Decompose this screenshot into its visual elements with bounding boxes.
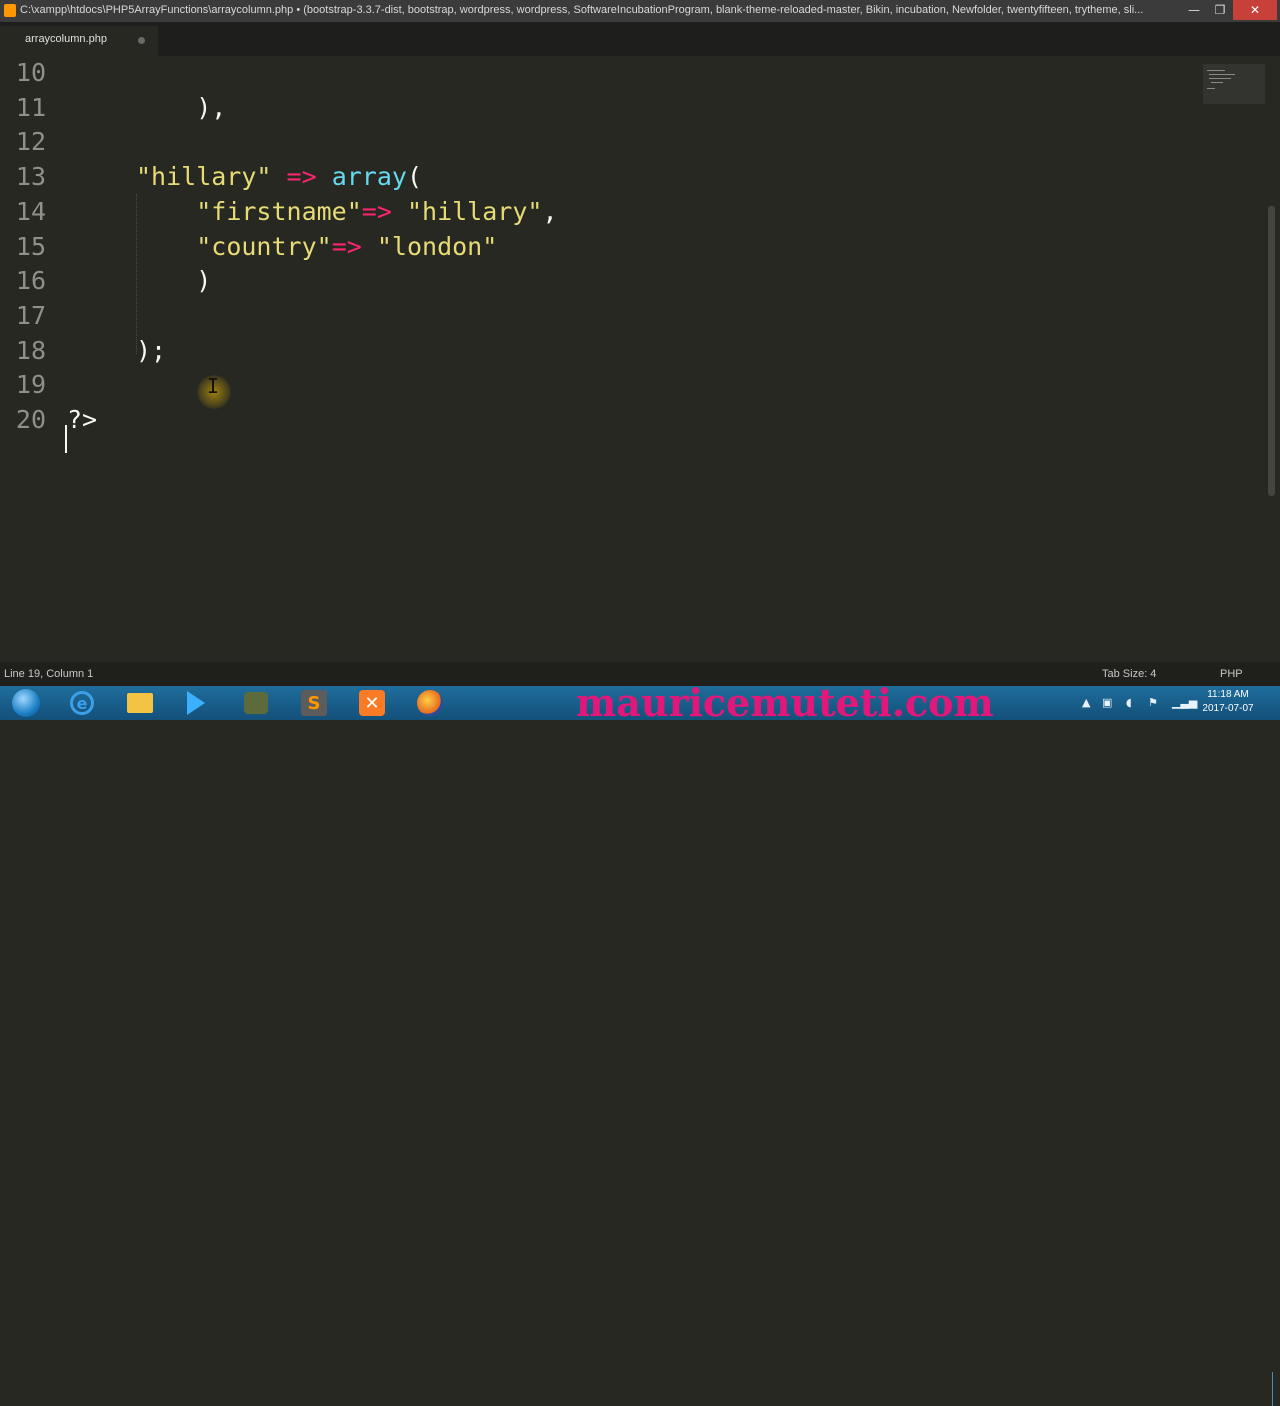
maximize-button[interactable]: ❐ xyxy=(1207,0,1233,20)
code-line[interactable]: 13 "hillary" => array( xyxy=(0,160,1200,194)
start-button[interactable] xyxy=(4,688,48,718)
taskbar-xampp[interactable]: ✕ xyxy=(350,688,394,718)
code-token: ?> xyxy=(67,405,98,434)
line-number: 10 xyxy=(15,58,46,87)
minimap[interactable] xyxy=(1203,64,1265,104)
window-title: C:\xampp\htdocs\PHP5ArrayFunctions\array… xyxy=(20,4,1144,16)
tab-size-indicator[interactable]: Tab Size: 4 xyxy=(1102,668,1156,680)
windows-start-icon xyxy=(12,689,40,717)
syntax-indicator[interactable]: PHP xyxy=(1220,668,1243,680)
sublime-app-icon xyxy=(4,4,16,17)
code-text[interactable]: ) xyxy=(136,264,211,298)
tab-bar: arraycolumn.php xyxy=(0,22,1280,56)
vertical-scrollbar[interactable] xyxy=(1268,206,1275,496)
code-token: ( xyxy=(406,162,423,192)
code-line[interactable]: 11 ), xyxy=(0,91,1200,125)
code-token: "london" xyxy=(376,231,498,261)
line-number: 17 xyxy=(15,300,46,330)
sublime-text-icon: S xyxy=(301,690,327,716)
code-text[interactable]: ?> xyxy=(67,403,97,437)
unsaved-dot-icon[interactable] xyxy=(138,37,145,44)
line-number: 15 xyxy=(15,231,46,261)
line-number: 14 xyxy=(15,196,46,226)
line-number: 13 xyxy=(15,162,46,192)
code-line[interactable]: 15 "country"=> "london" xyxy=(0,230,1200,264)
tab-arraycolumn[interactable]: arraycolumn.php xyxy=(0,26,158,56)
title-bar[interactable]: C:\xampp\htdocs\PHP5ArrayFunctions\array… xyxy=(0,0,1280,22)
folder-icon xyxy=(127,693,153,713)
line-number: 11 xyxy=(15,92,46,122)
code-token: ) xyxy=(136,266,212,296)
code-line[interactable]: 18); xyxy=(0,334,1200,368)
network-icon[interactable]: ▣ xyxy=(1102,696,1112,709)
taskbar-sublime[interactable]: S xyxy=(292,688,336,718)
internet-explorer-icon: e xyxy=(70,691,94,715)
clock[interactable]: 11:18 AM 2017-07-07 xyxy=(1196,688,1260,716)
taskbar-explorer[interactable] xyxy=(118,688,162,718)
line-number: 16 xyxy=(15,266,46,296)
taskbar-media-player[interactable] xyxy=(174,688,218,718)
code-line[interactable]: 17 xyxy=(0,299,1200,333)
volume-icon[interactable]: ◖ xyxy=(1126,696,1132,709)
line-number: 12 xyxy=(15,127,46,157)
tray-expand-icon[interactable]: ▲ xyxy=(1082,696,1090,709)
xampp-icon: ✕ xyxy=(359,690,385,716)
app-shield-icon xyxy=(244,692,268,714)
code-token: "hillary" xyxy=(406,196,543,226)
clock-time: 11:18 AM xyxy=(1207,689,1249,700)
code-token: , xyxy=(542,196,558,226)
line-number: 19 xyxy=(15,370,46,400)
ibeam-cursor-icon: I xyxy=(206,374,220,398)
code-token: => xyxy=(286,162,317,192)
code-text[interactable]: ); xyxy=(136,334,166,368)
code-token: ), xyxy=(136,92,227,122)
show-desktop-button[interactable] xyxy=(1272,1372,1280,1406)
code-token: "hillary" xyxy=(136,162,272,192)
line-number: 20 xyxy=(15,405,46,434)
code-token: => xyxy=(331,231,362,261)
watermark: mauricemuteti.com xyxy=(576,680,994,725)
taskbar-app[interactable] xyxy=(234,688,278,718)
code-text[interactable]: "hillary" => array( xyxy=(136,160,422,194)
clock-date: 2017-07-07 xyxy=(1202,703,1254,714)
tab-label: arraycolumn.php xyxy=(25,33,107,45)
code-line[interactable]: 14 "firstname"=> "hillary", xyxy=(0,195,1200,229)
close-button[interactable]: ✕ xyxy=(1233,0,1277,20)
code-token: "country" xyxy=(196,231,332,261)
code-token: "firstname" xyxy=(196,196,362,226)
code-token: array xyxy=(331,162,407,192)
code-line[interactable]: 12 xyxy=(0,125,1200,159)
code-line[interactable]: 19 xyxy=(0,368,1200,402)
media-player-icon xyxy=(187,691,205,715)
taskbar-ie[interactable]: e xyxy=(60,688,104,718)
code-token: ); xyxy=(136,335,167,365)
cursor-position[interactable]: Line 19, Column 1 xyxy=(4,668,93,680)
taskbar-firefox[interactable] xyxy=(408,688,452,718)
code-editor[interactable]: 10 11 ), 12 13 "hillary" => array(14 "firstn… xyxy=(0,56,1280,662)
firefox-icon xyxy=(417,690,443,716)
indent-guide xyxy=(136,194,138,354)
code-line[interactable]: 10 xyxy=(0,56,1200,90)
minimize-button[interactable]: — xyxy=(1181,0,1207,20)
code-token: => xyxy=(361,196,392,226)
code-text[interactable]: "country"=> "london" xyxy=(136,230,497,264)
code-line[interactable]: 16 ) xyxy=(0,264,1200,298)
text-caret xyxy=(65,425,67,453)
code-text[interactable]: "firstname"=> "hillary", xyxy=(136,195,558,229)
signal-icon[interactable]: ▁▃▅ xyxy=(1172,696,1197,709)
line-number: 18 xyxy=(15,335,46,365)
code-line[interactable]: 20 ?> xyxy=(0,403,1200,437)
flag-icon[interactable]: ⚑ xyxy=(1148,696,1158,709)
code-text[interactable]: ), xyxy=(136,91,226,125)
